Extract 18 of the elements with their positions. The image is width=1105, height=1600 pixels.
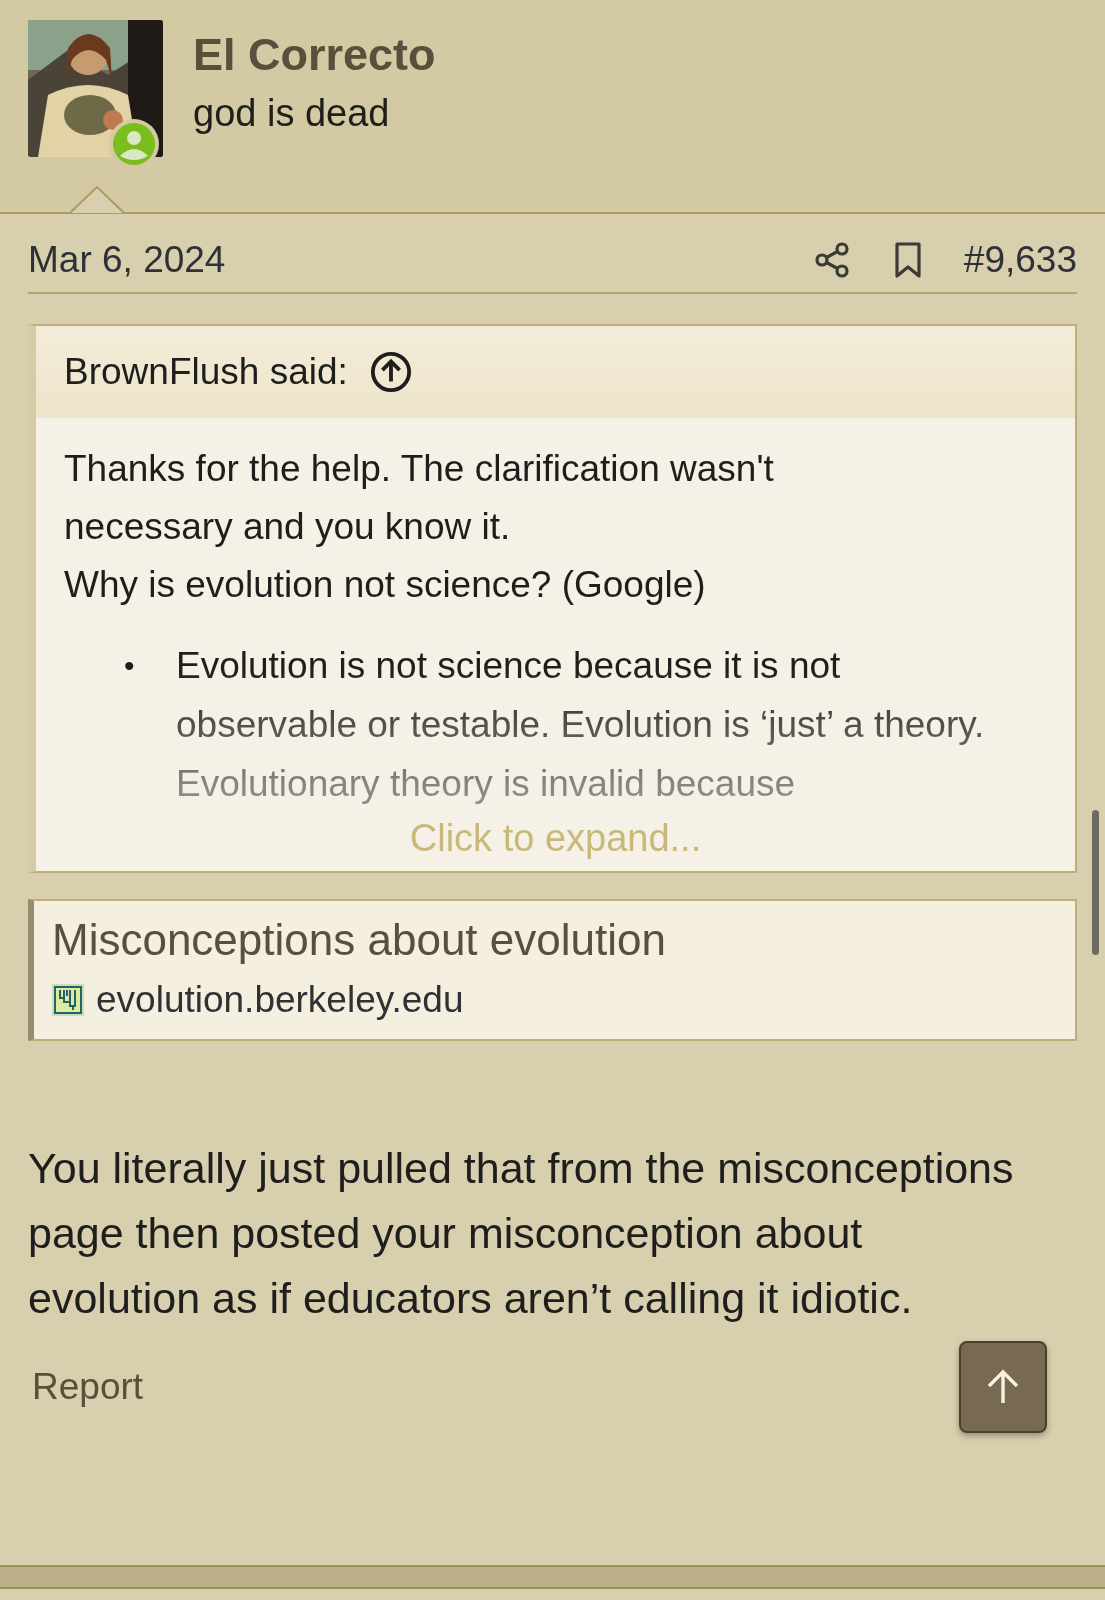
favicon-icon (52, 984, 84, 1016)
quote-text: Why is evolution not science? (Google) (64, 563, 707, 607)
post-number[interactable]: #9,633 (963, 239, 1077, 281)
scroll-to-top-button[interactable] (959, 1341, 1047, 1433)
link-card[interactable]: Misconceptions about evolution evolution.berkeley.edu (28, 899, 1077, 1041)
arrow-up-circle-icon[interactable] (369, 351, 412, 393)
quote-bullet-text: Evolution is not science because it is not observable or testable. Evolution is ‘just’ a theory. Evolutionary theory is invalid because (176, 644, 986, 806)
quote-attribution[interactable]: BrownFlush said: (64, 351, 348, 393)
link-domain: evolution.berkeley.edu (96, 979, 464, 1021)
username[interactable]: El Correcto (193, 28, 436, 82)
quote-text: Thanks for the help. The clarification wasn't necessary and you know it. (64, 447, 775, 549)
report-link[interactable]: Report (32, 1366, 144, 1408)
post-body: You literally just pulled that from the misconceptions page then posted your misconception about evolution as if educators aren’t calling it idiotic. (28, 1143, 1015, 1324)
bullet-marker: • (124, 648, 136, 684)
user-title: god is dead (193, 92, 391, 135)
post-date[interactable]: Mar 6, 2024 (28, 239, 226, 281)
scrollbar[interactable] (1092, 810, 1099, 955)
link-title[interactable]: Misconceptions about evolution (52, 915, 1057, 965)
